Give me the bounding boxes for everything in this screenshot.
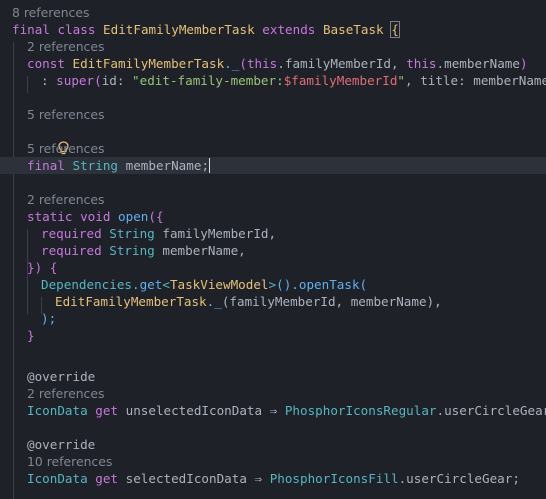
code-token: const — [27, 56, 65, 71]
code-lens-references[interactable]: 2 references — [27, 38, 546, 55]
code-token: memberName, — [162, 243, 246, 258]
code-token: ( — [94, 73, 102, 88]
code-token: this — [406, 56, 437, 71]
code-token: familyMemberId, — [162, 226, 277, 241]
code-token: required — [41, 226, 102, 241]
code-token: ); — [41, 311, 57, 326]
code-token: EditFamilyMemberTask — [72, 56, 225, 71]
code-token: , — [405, 73, 421, 88]
code-token: extends — [262, 22, 316, 37]
code-editor[interactable]: 8 references final class EditFamilyMembe… — [0, 0, 546, 499]
code-lens-references[interactable]: 2 references — [27, 191, 546, 208]
code-token: "edit-family-member: — [132, 73, 284, 88]
code-token: .get — [132, 277, 163, 292]
code-lens-references[interactable]: 10 references — [27, 453, 546, 470]
code-token: @override — [27, 369, 96, 384]
text-cursor — [209, 158, 211, 173]
code-token: ( — [359, 277, 368, 292]
code-lens-references[interactable]: 8 references — [12, 4, 546, 21]
code-token: title: — [420, 73, 474, 88]
code-lens-references[interactable]: 5 references — [27, 106, 546, 123]
code-token: this — [246, 56, 278, 71]
code-token: memberName — [473, 73, 546, 88]
code-token: ; — [201, 158, 210, 173]
code-token: get — [95, 471, 119, 486]
code-line: Dependencies.get<TaskViewModel>().openTa… — [41, 276, 546, 293]
code-token: EditFamilyMemberTask — [55, 294, 207, 309]
code-token: final — [27, 158, 65, 173]
code-token: selectedIconData — [125, 471, 247, 486]
code-token: " — [397, 73, 406, 88]
code-token: ; — [512, 471, 520, 486]
code-line: EditFamilyMemberTask._(familyMemberId, m… — [55, 293, 546, 310]
code-line: }) { — [27, 259, 546, 276]
code-line: @override — [27, 368, 546, 385]
code-token: Dependencies — [41, 277, 132, 292]
indent-guide — [27, 76, 28, 93]
code-token: () — [276, 277, 292, 292]
code-token: .memberName — [436, 56, 520, 71]
code-line: : super(id: "edit-family-member:$familyM… — [41, 72, 546, 89]
code-token: class — [57, 22, 96, 37]
code-token: { — [42, 260, 58, 275]
code-token: : — [41, 73, 57, 88]
code-token: } — [27, 328, 35, 343]
code-token: .familyMemberId, — [277, 56, 407, 71]
code-token: get — [95, 403, 119, 418]
code-token: ⇒ — [262, 403, 285, 418]
code-token: String — [72, 158, 119, 173]
code-line-current: final String memberName; — [0, 157, 546, 174]
code-token: EditFamilyMemberTask — [103, 22, 255, 37]
code-token: PhosphorIconsRegular — [284, 403, 437, 418]
code-token: < — [162, 277, 170, 292]
code-token: ⇒ — [246, 471, 270, 486]
code-token: void — [80, 209, 111, 224]
code-token: ._ — [206, 294, 222, 309]
code-token: unselectedIconData — [125, 403, 263, 418]
code-token: ({ — [148, 209, 164, 224]
code-token: PhosphorIconsFill — [269, 471, 399, 486]
code-token: String — [109, 226, 155, 241]
matching-brace: { — [390, 21, 400, 38]
code-line: final class EditFamilyMemberTask extends… — [12, 21, 546, 38]
code-line: @override — [27, 436, 546, 453]
code-token: .openTask — [291, 277, 360, 292]
code-token: ( — [239, 56, 247, 71]
code-token: final — [12, 22, 50, 37]
code-token: }) — [27, 260, 43, 275]
code-line: IconData get unselectedIconData ⇒ Phosph… — [27, 402, 546, 419]
code-token: IconData — [27, 471, 88, 486]
code-line: static void open({ — [27, 208, 546, 225]
code-token: open — [118, 209, 149, 224]
indent-guide — [13, 42, 14, 499]
code-line: required String memberName, — [41, 242, 546, 259]
code-token: $familyMemberId — [283, 73, 398, 88]
code-token: BaseTask — [322, 22, 384, 37]
code-token: ._ — [224, 56, 240, 71]
code-lens-references[interactable]: 5 references — [27, 140, 546, 157]
code-token: IconData — [27, 403, 88, 418]
code-token: > — [268, 277, 277, 292]
code-token: static — [27, 209, 73, 224]
code-lens-references[interactable]: 2 references — [27, 385, 546, 402]
code-token: .userCircleGear — [398, 471, 513, 486]
code-token: ) — [519, 56, 528, 71]
code-line: final String familyMemberId; — [0, 123, 546, 173]
code-token: required — [41, 243, 102, 258]
code-token: String — [109, 243, 155, 258]
code-line: ); — [41, 310, 546, 327]
code-line: } — [27, 327, 546, 344]
code-token: memberName — [125, 158, 202, 173]
code-token: .userCircleGear — [436, 403, 546, 418]
code-token: super — [56, 73, 95, 88]
code-line: required String familyMemberId, — [41, 225, 546, 242]
code-token: (familyMemberId, memberName), — [221, 294, 442, 309]
code-token: id: — [101, 73, 133, 88]
code-line: IconData get selectedIconData ⇒ Phosphor… — [27, 470, 546, 487]
code-line: const EditFamilyMemberTask._(this.family… — [27, 55, 546, 72]
code-token: TaskViewModel — [169, 277, 269, 292]
code-token: @override — [27, 437, 96, 452]
